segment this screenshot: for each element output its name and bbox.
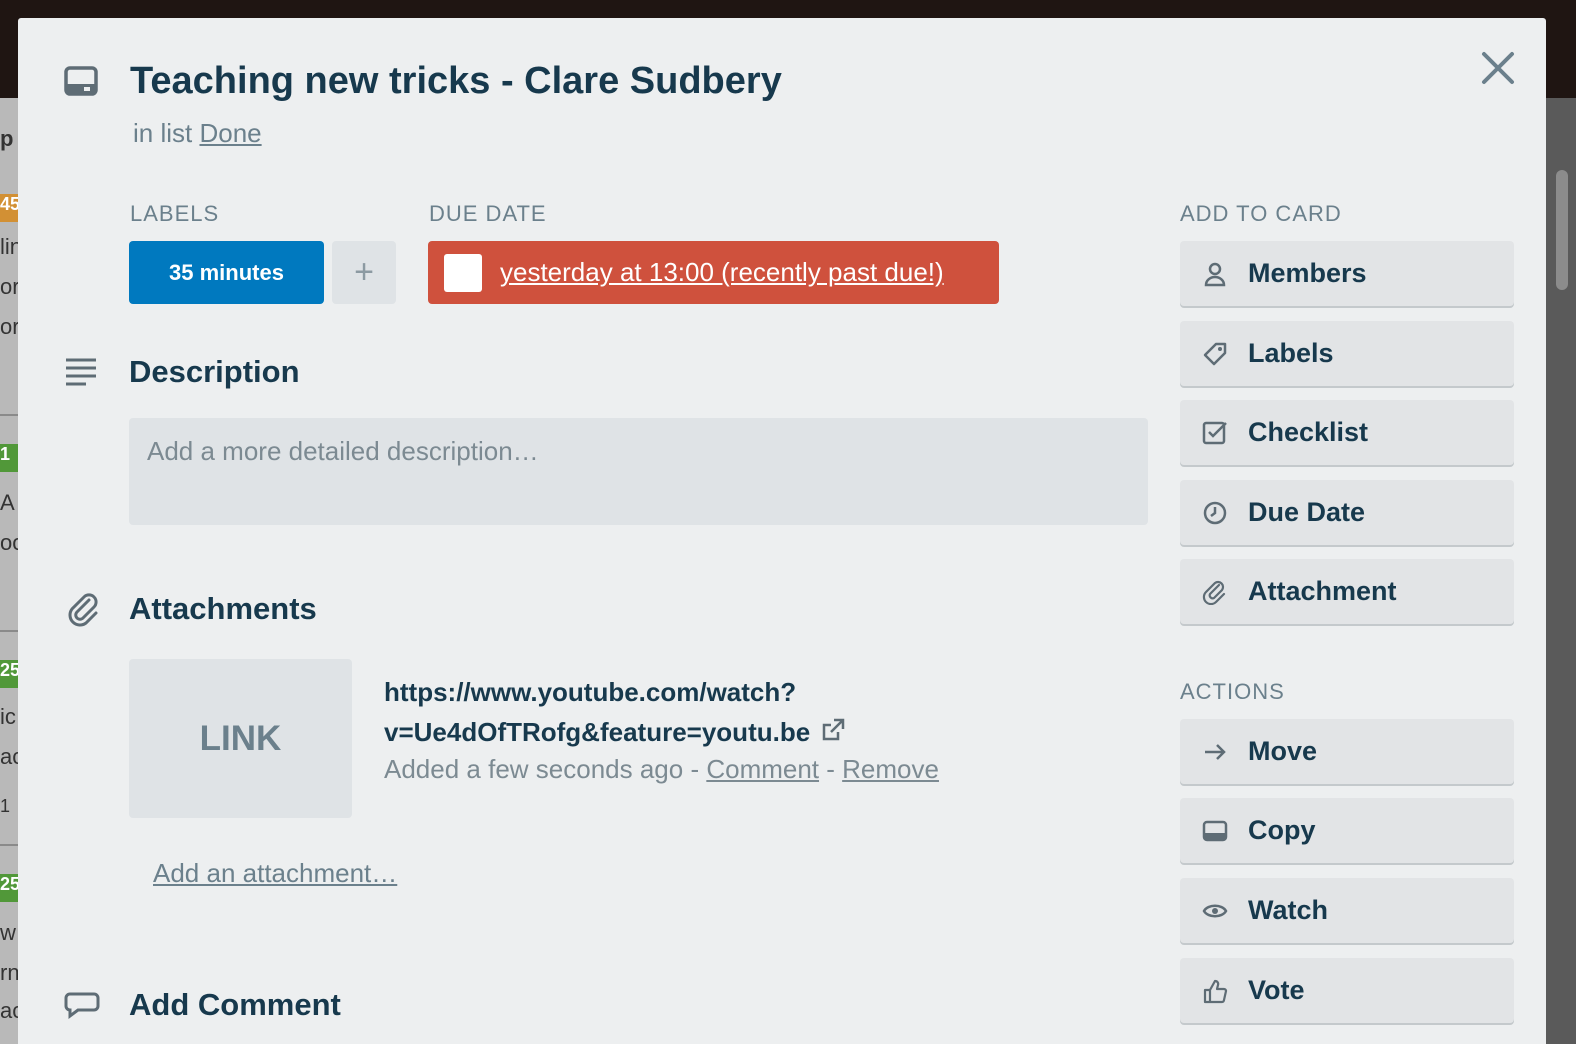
meta-separator: - (819, 754, 843, 784)
list-reference: in list Done (133, 118, 262, 149)
background-list: ng p 45 lin or ora 1 A oo 25 ic ac 1 25 … (0, 98, 18, 1044)
bg-divider (0, 630, 18, 632)
bg-chip: 1 (0, 444, 18, 472)
watch-label: Watch (1248, 895, 1328, 925)
add-comment-title: Add Comment (129, 987, 341, 1022)
bg-text: 1 (0, 796, 11, 816)
vote-label: Vote (1248, 975, 1305, 1005)
due-date-badge[interactable]: yesterday at 13:00 (recently past due!) (428, 241, 999, 304)
due-date-label: Due Date (1248, 497, 1366, 527)
label-chip[interactable]: 35 minutes (129, 241, 324, 304)
bg-divider (0, 844, 18, 846)
description-icon (64, 356, 100, 392)
card-title[interactable]: Teaching new tricks - Clare Sudbery (130, 60, 782, 103)
attachment-label: Attachment (1248, 576, 1397, 606)
attachment-url-line2-row: v=Ue4dOfTRofg&feature=youtu.be (384, 712, 1084, 752)
attachment-icon (66, 592, 102, 628)
members-label: Members (1248, 258, 1367, 288)
bg-chip: 25 (0, 660, 18, 688)
comment-icon (64, 990, 100, 1026)
bg-text: ac (0, 744, 18, 769)
move-label: Move (1248, 736, 1318, 766)
card-icon (1202, 818, 1228, 844)
due-complete-checkbox[interactable] (444, 253, 482, 292)
add-attachment-link[interactable]: Add an attachment… (153, 858, 397, 889)
labels-button[interactable]: Labels (1180, 321, 1514, 386)
description-input[interactable]: Add a more detailed description… (129, 418, 1148, 525)
members-button[interactable]: Members (1180, 241, 1514, 306)
thumbs-up-icon (1202, 978, 1228, 1004)
watch-button[interactable]: Watch (1180, 878, 1514, 943)
eye-icon (1202, 898, 1228, 924)
clock-icon (1202, 500, 1228, 526)
attachment-meta: Added a few seconds ago - Comment - Remo… (384, 754, 939, 785)
description-title: Description (129, 354, 300, 389)
list-link[interactable]: Done (199, 118, 261, 148)
labels-label: Labels (1248, 338, 1334, 368)
scrollbar-thumb[interactable] (1556, 170, 1568, 290)
copy-button[interactable]: Copy (1180, 798, 1514, 863)
bg-text: or (0, 274, 18, 299)
actions-heading: ACTIONS (1180, 679, 1285, 704)
close-button[interactable] (1478, 48, 1518, 88)
bg-text: p (0, 126, 14, 151)
vote-button[interactable]: Vote (1180, 958, 1514, 1023)
external-link-icon[interactable] (820, 717, 846, 743)
bg-text: rn (0, 960, 18, 985)
due-date-button[interactable]: Due Date (1180, 480, 1514, 545)
copy-label: Copy (1248, 815, 1316, 845)
attachment-thumbnail[interactable]: LINK (129, 659, 352, 818)
attachment-icon (1202, 579, 1228, 605)
close-icon (1482, 52, 1514, 84)
bg-text: lin (0, 234, 18, 259)
attachment-comment-link[interactable]: Comment (706, 754, 819, 784)
bg-chip: 45 (0, 194, 18, 222)
move-button[interactable]: Move (1180, 719, 1514, 784)
bg-divider (0, 414, 18, 416)
plus-icon: + (354, 253, 374, 291)
due-date-text[interactable]: yesterday at 13:00 (recently past due!) (500, 257, 944, 288)
in-list-prefix: in list (133, 118, 200, 148)
attachment-url-line2[interactable]: v=Ue4dOfTRofg&feature=youtu.be (384, 717, 810, 747)
attachment-remove-link[interactable]: Remove (842, 754, 939, 784)
bg-text: ic (0, 704, 16, 729)
attachment-added-text: Added a few seconds ago - (384, 754, 707, 784)
label-icon (1202, 341, 1228, 367)
member-icon (1202, 261, 1228, 287)
bg-text: A (0, 490, 15, 515)
bg-text: oo (0, 530, 18, 555)
card-icon (64, 66, 98, 98)
bg-chip: 25 (0, 874, 18, 902)
add-to-card-heading: ADD TO CARD (1180, 201, 1342, 226)
attachments-title: Attachments (129, 591, 317, 626)
bg-text: w (0, 920, 16, 945)
checklist-icon (1202, 420, 1228, 446)
card-detail-modal: Teaching new tricks - Clare Sudbery in l… (18, 18, 1546, 1044)
attachment-url-line1[interactable]: https://www.youtube.com/watch? (384, 672, 1084, 712)
arrow-right-icon (1202, 739, 1228, 765)
attachment-url[interactable]: https://www.youtube.com/watch? v=Ue4dOfT… (384, 672, 1084, 752)
labels-heading: LABELS (130, 201, 220, 226)
checklist-button[interactable]: Checklist (1180, 400, 1514, 465)
checklist-label: Checklist (1248, 417, 1369, 447)
bg-text: ora (0, 314, 18, 339)
due-date-heading: DUE DATE (429, 201, 547, 226)
bg-text: ac (0, 998, 18, 1023)
add-label-button[interactable]: + (332, 241, 396, 304)
attachment-button[interactable]: Attachment (1180, 559, 1514, 624)
